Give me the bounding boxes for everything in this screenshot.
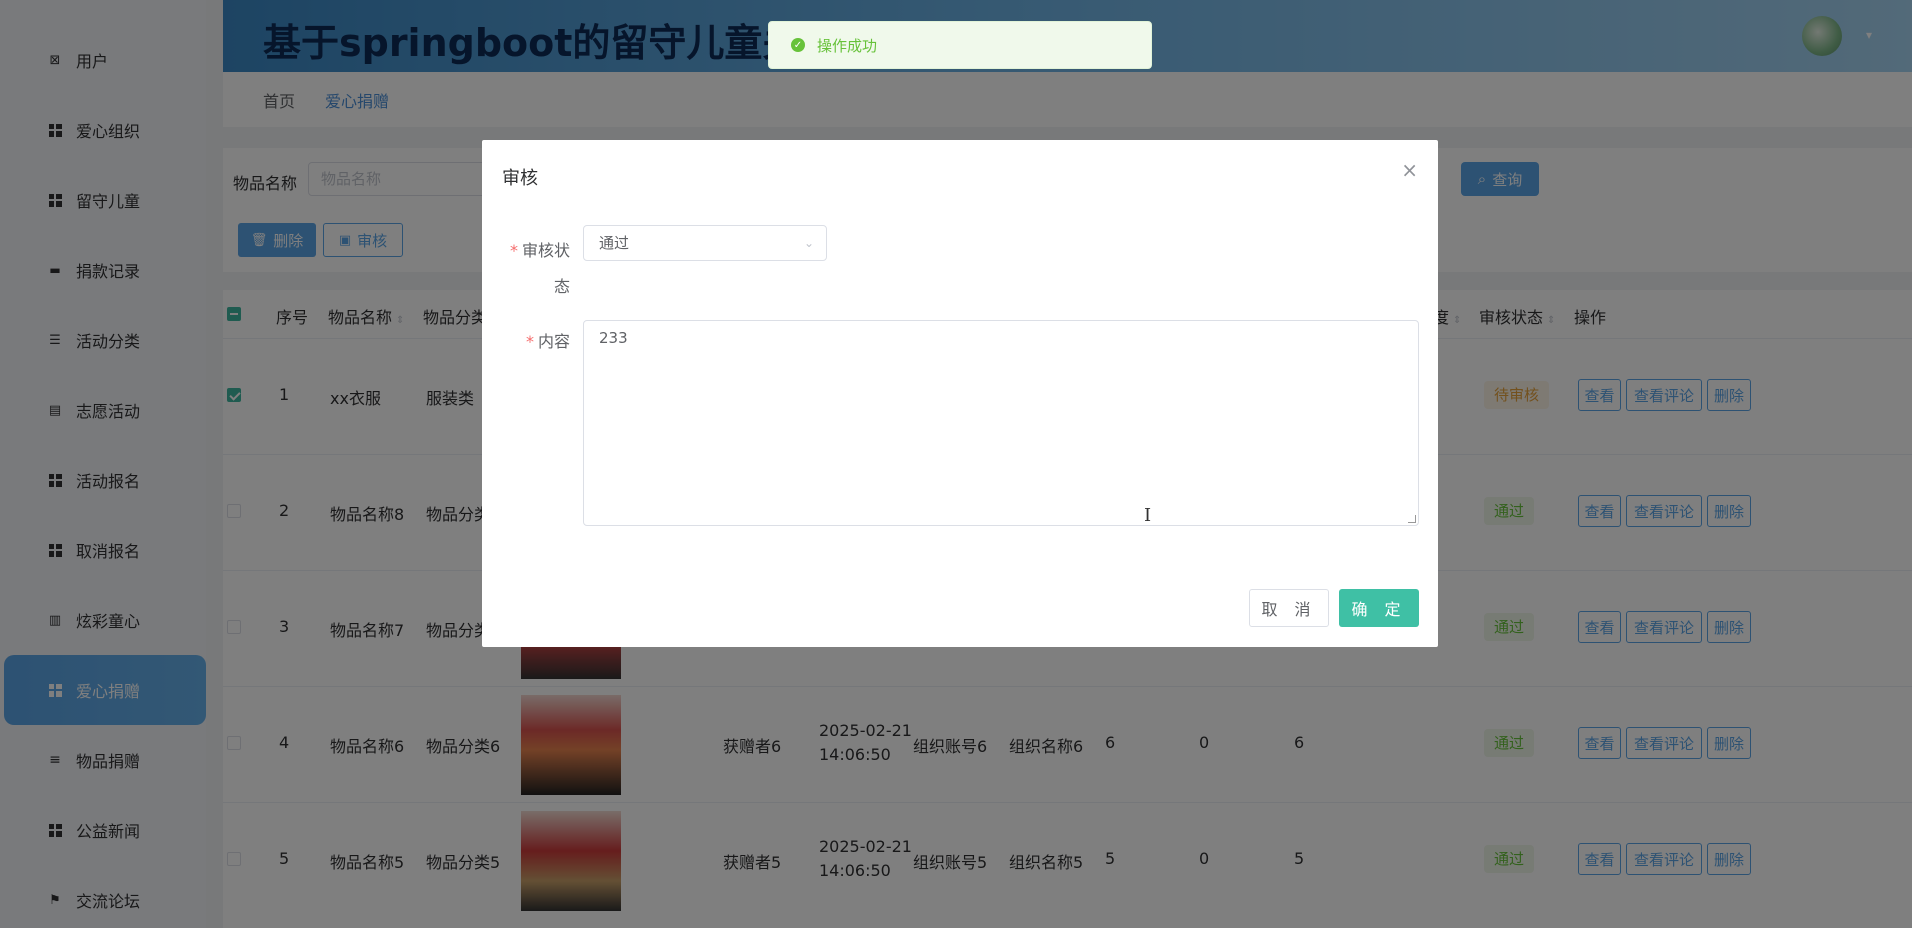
text-cursor-icon: I xyxy=(1144,505,1152,526)
close-icon[interactable]: × xyxy=(1401,158,1418,182)
content-field-label-text: 内容 xyxy=(537,332,570,351)
confirm-button[interactable]: 确 定 xyxy=(1339,589,1419,627)
status-select[interactable]: 通过 ⌄ xyxy=(583,225,827,261)
required-mark: * xyxy=(509,241,518,260)
cancel-button[interactable]: 取 消 xyxy=(1249,589,1329,627)
toast-message: 操作成功 xyxy=(817,36,878,55)
content-field-label: * 内容 xyxy=(508,328,570,352)
resize-handle-icon[interactable] xyxy=(1408,515,1416,523)
required-mark: * xyxy=(525,332,534,351)
check-circle-icon: ✓ xyxy=(791,38,805,52)
content-textarea-value: 233 xyxy=(599,329,628,347)
status-field-label-text: 审核状态 xyxy=(521,241,570,296)
dialog-title: 审核 xyxy=(502,168,538,189)
status-field-label: * 审核状态 xyxy=(508,233,570,305)
success-toast: ✓ 操作成功 xyxy=(768,21,1152,69)
content-textarea[interactable]: 233 xyxy=(583,320,1419,526)
status-select-value: 通过 xyxy=(599,234,630,252)
chevron-down-icon: ⌄ xyxy=(803,236,814,250)
audit-dialog: 审核 × * 审核状态 通过 ⌄ * 内容 233 取 消 确 定 xyxy=(482,140,1438,647)
